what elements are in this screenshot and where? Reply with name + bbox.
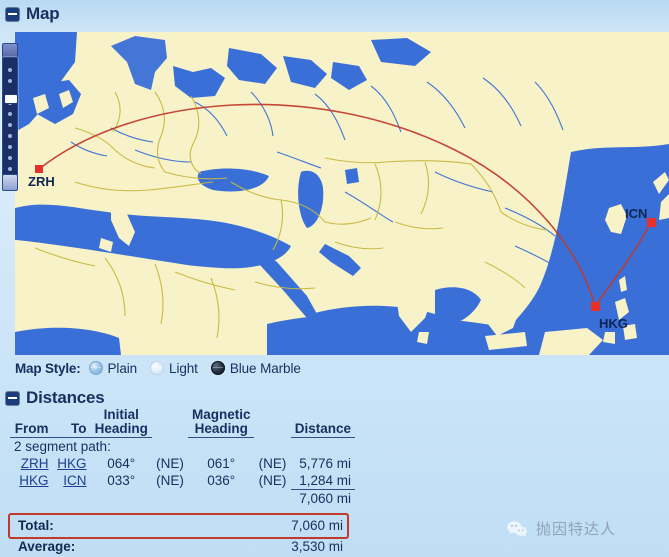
distance-subtotal: 7,060 mi — [299, 491, 351, 506]
distances-table: From To Initial Heading Magnetic Heading… — [10, 408, 355, 507]
map-style-label-plain: Plain — [107, 360, 138, 376]
total-label: Total: — [18, 518, 54, 533]
wechat-icon — [507, 520, 527, 537]
column-header-initial-heading: Initial Heading — [90, 408, 152, 438]
average-row: Average: 3,530 mi — [18, 539, 343, 554]
zoom-slider-handle[interactable] — [4, 94, 18, 104]
table-row: HKG ICN 033° (NE) 036° (NE) 1,284 mi — [10, 472, 355, 490]
airport-link-from-1[interactable]: ZRH — [21, 456, 49, 471]
map-style-label-light: Light — [169, 360, 198, 376]
globe-light-icon — [150, 361, 165, 375]
magnetic-heading-1: 061° — [207, 456, 236, 471]
column-header-initial-dir — [152, 408, 188, 438]
map-section-header[interactable]: Map — [0, 2, 60, 26]
average-label: Average: — [18, 539, 76, 554]
segment-path-note: 2 segment path: — [14, 439, 111, 454]
zoom-out-icon[interactable] — [2, 174, 18, 191]
map-viewport[interactable]: ZRH HKG ICN — [15, 32, 669, 355]
column-header-to: To — [52, 408, 91, 438]
initial-heading-1: 064° — [107, 456, 136, 471]
column-header-magnetic-dir — [254, 408, 290, 438]
airport-link-from-2[interactable]: HKG — [19, 473, 48, 488]
initial-dir-1: (NE) — [156, 456, 184, 471]
map-section-title: Map — [26, 4, 60, 23]
initial-dir-2: (NE) — [156, 473, 184, 489]
map-style-label-blue-marble: Blue Marble — [229, 360, 301, 376]
table-header-row: From To Initial Heading Magnetic Heading… — [10, 408, 355, 438]
column-header-magnetic-heading: Magnetic Heading — [187, 408, 255, 438]
map-style-row: Map Style: Plain Light Blue Marble — [15, 357, 314, 379]
magnetic-dir-1: (NE) — [258, 456, 287, 471]
subtotal-row: 7,060 mi — [10, 490, 355, 508]
total-value: 7,060 mi — [291, 518, 343, 533]
airport-link-to-1[interactable]: HKG — [57, 456, 86, 471]
magnetic-heading-2: 036° — [207, 473, 236, 489]
distances-section-title: Distances — [26, 388, 105, 407]
average-value: 3,530 mi — [291, 539, 343, 554]
map-style-label: Map Style: — [15, 360, 81, 376]
column-header-distance: Distance — [290, 408, 355, 438]
distances-section-header[interactable]: Distances — [0, 386, 105, 410]
page-root: Map ZRH HKG ICN Map Style: Plain Light B… — [0, 0, 669, 557]
minus-box-icon[interactable] — [6, 7, 19, 21]
world-map[interactable] — [15, 32, 669, 355]
total-row: Total: 7,060 mi — [18, 518, 343, 533]
table-row: ZRH HKG 064° (NE) 061° (NE) 5,776 mi — [10, 455, 355, 472]
initial-heading-2: 033° — [107, 473, 136, 489]
zoom-slider-track[interactable] — [2, 57, 18, 190]
map-style-option-light[interactable]: Light — [150, 361, 198, 376]
magnetic-dir-2: (NE) — [258, 473, 287, 489]
distance-1: 5,776 mi — [299, 456, 351, 471]
column-header-from: From — [10, 408, 53, 438]
watermark-text: 抛因特达人 — [536, 520, 617, 538]
segment-note-row: 2 segment path: — [10, 438, 355, 456]
map-style-option-blue-marble[interactable]: Blue Marble — [210, 360, 301, 376]
map-style-option-plain[interactable]: Plain — [88, 360, 138, 376]
airport-link-to-2[interactable]: ICN — [63, 473, 86, 488]
minus-box-icon[interactable] — [6, 391, 19, 405]
globe-marble-icon — [210, 361, 225, 375]
watermark: 抛因特达人 — [506, 518, 616, 539]
globe-plain-icon — [88, 361, 103, 375]
distance-2: 1,284 mi — [290, 472, 355, 490]
